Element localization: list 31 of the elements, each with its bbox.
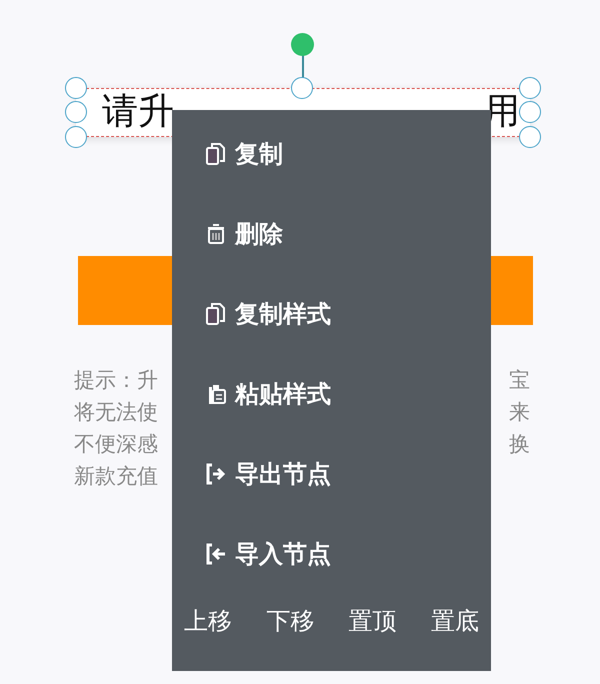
trash-icon (205, 222, 227, 246)
order-button[interactable]: 置顶 (348, 603, 397, 639)
hint-text: 不便深感 (74, 431, 158, 458)
order-button[interactable]: 上移 (184, 603, 232, 639)
hint-text: 新款充值 (74, 463, 158, 490)
resize-handle[interactable] (291, 77, 313, 99)
menu-item[interactable]: 复制 (172, 114, 491, 194)
hint-text: 来 (509, 399, 530, 426)
rotate-stem (302, 55, 304, 78)
import-icon (205, 542, 227, 566)
copy-icon (205, 302, 227, 326)
resize-handle[interactable] (65, 101, 87, 123)
menu-item[interactable]: 粘贴样式 (172, 354, 491, 434)
resize-handle[interactable] (65, 126, 87, 148)
export-icon (205, 462, 227, 486)
rotate-handle[interactable] (291, 33, 314, 56)
menu-item[interactable]: 导入节点 (172, 514, 491, 594)
menu-item[interactable]: 导出节点 (172, 434, 491, 514)
hint-text: 换 (509, 431, 530, 458)
order-button[interactable]: 下移 (266, 603, 314, 639)
resize-handle[interactable] (519, 126, 541, 148)
hint-text: 将无法使 (74, 399, 158, 426)
resize-handle[interactable] (519, 77, 541, 99)
hint-text: 提示：升 (74, 367, 158, 394)
menu-item[interactable]: 删除 (172, 194, 491, 274)
order-button[interactable]: 置底 (430, 603, 479, 639)
resize-handle[interactable] (65, 77, 87, 99)
hint-text: 宝 (509, 367, 530, 394)
title-text: 请升 (102, 94, 174, 130)
menu-item[interactable]: 复制样式 (172, 274, 491, 354)
copy-icon (205, 142, 227, 166)
